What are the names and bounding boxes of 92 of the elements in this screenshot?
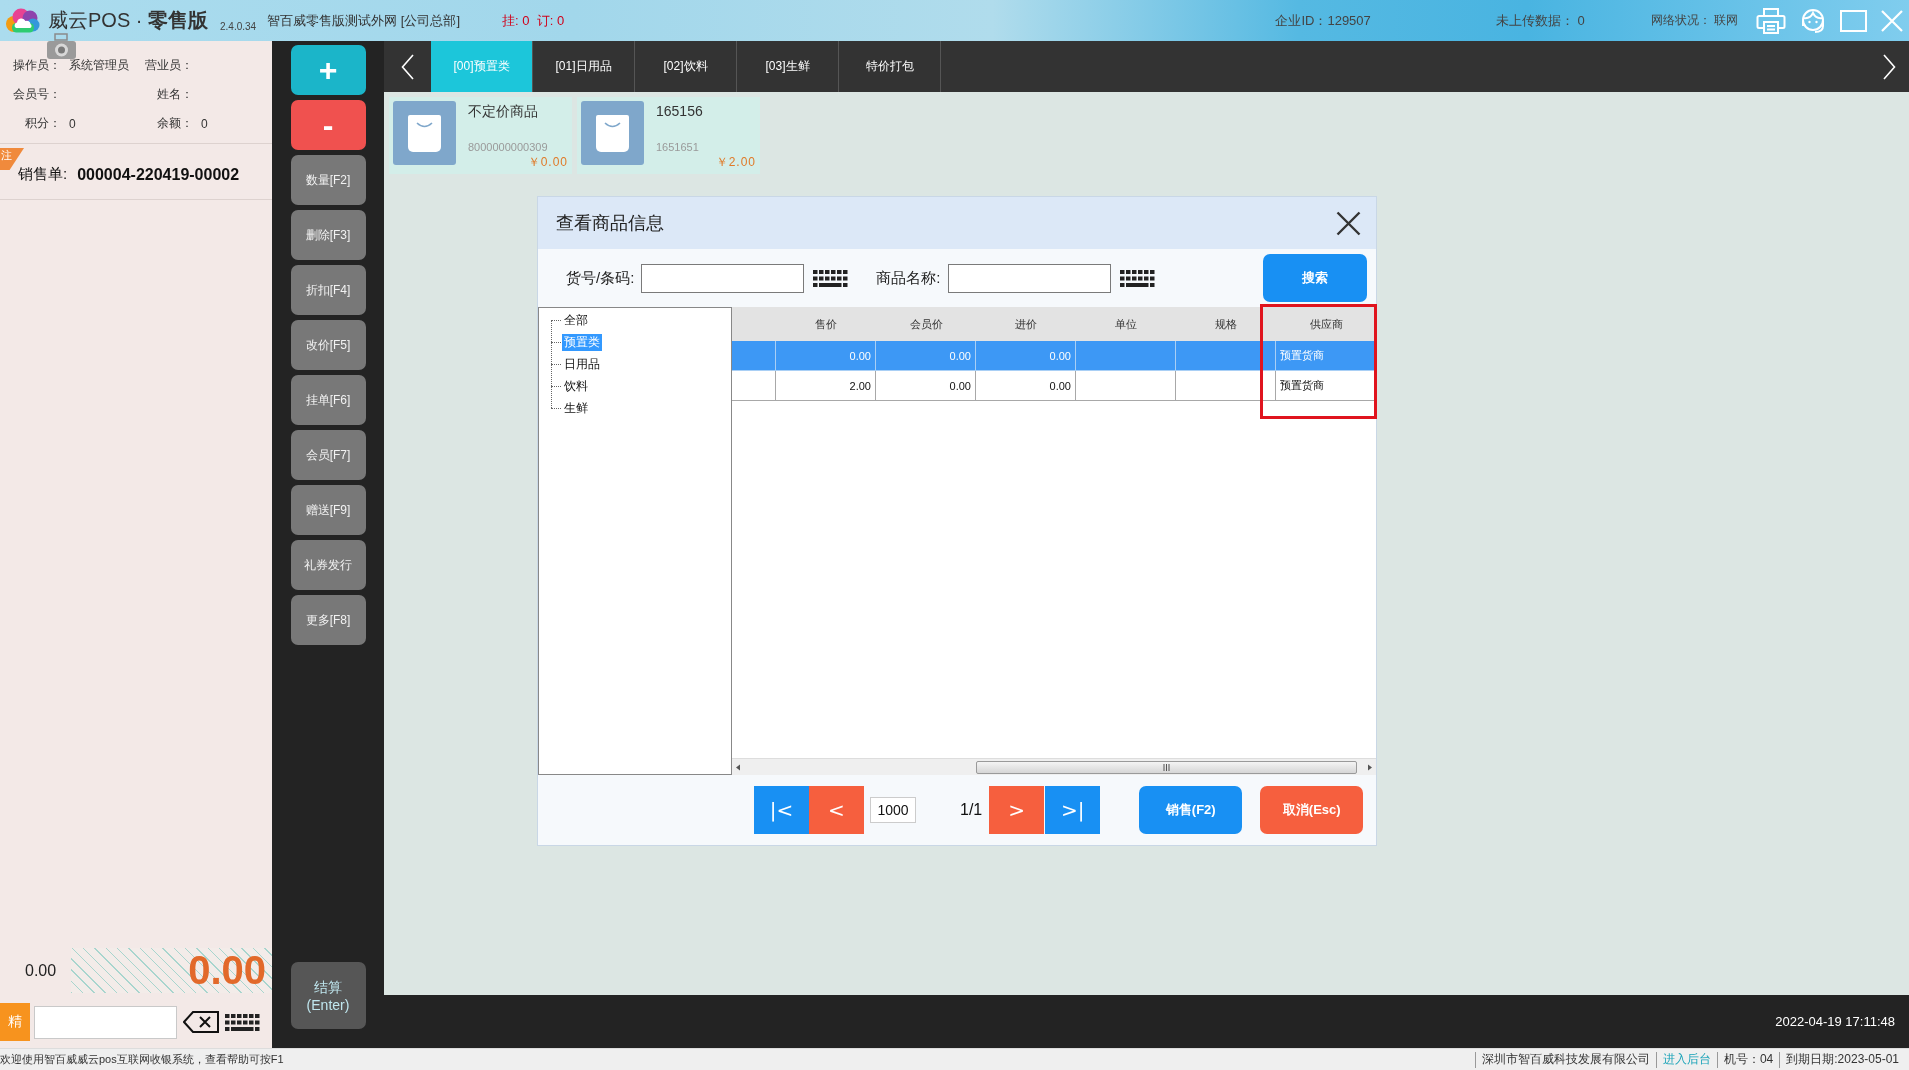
table-cell: 预置货商 (1276, 371, 1376, 401)
field-label: 会员号： (13, 86, 61, 103)
field-label: 操作员： (13, 57, 61, 74)
search-button[interactable]: 搜索 (1263, 254, 1367, 302)
horizontal-scrollbar[interactable] (732, 758, 1376, 775)
close-icon[interactable] (1336, 210, 1361, 236)
backend-link[interactable]: 进入后台 (1662, 1051, 1711, 1068)
function-button[interactable]: 折扣[F4] (290, 265, 366, 315)
grip-icon (1163, 763, 1170, 771)
function-button[interactable]: + (290, 45, 366, 95)
table-cell: 0.00 (976, 371, 1076, 401)
tree-item[interactable]: 日用品 (562, 355, 602, 373)
function-button[interactable]: 会员[F7] (290, 430, 366, 480)
search-input[interactable] (641, 263, 805, 293)
function-button[interactable]: 更多[F8] (290, 595, 366, 645)
tree-item[interactable]: 全部 (562, 311, 590, 329)
field-value: 0 (201, 116, 208, 131)
camera-icon (46, 33, 77, 60)
store-name: 智百威零售版测试外网 [公司总部] (267, 11, 460, 30)
app-name: 威云POS · 零售版 (48, 8, 208, 33)
column-header[interactable]: 规格 (1215, 316, 1237, 332)
sell-button[interactable]: 销售(F2) (1139, 786, 1243, 834)
cancel-button[interactable]: 取消(Esc) (1260, 786, 1364, 834)
product-price: ￥0.00 (527, 154, 568, 170)
last-page-button[interactable]: >| (1045, 786, 1101, 834)
function-button[interactable]: 数量[F2] (290, 155, 366, 205)
keyboard-icon[interactable] (813, 269, 849, 287)
version-label: 2.4.0.34 (220, 21, 257, 32)
network-status: 网络状况： 联网 (1650, 12, 1738, 29)
tree-item[interactable]: 生鲜 (562, 399, 590, 417)
first-page-button[interactable]: |< (754, 786, 809, 834)
pending-orders: 挂: 0 订: 0 (502, 11, 565, 30)
cloud-logo-icon (5, 8, 40, 33)
table-row[interactable]: 0.00 0.00 0.00 预置货商 (732, 341, 1376, 371)
function-button[interactable]: 删除[F3] (290, 210, 366, 260)
previous-page-button[interactable]: < (809, 786, 864, 834)
terminal-number: 机号：04 (1723, 1051, 1774, 1068)
function-button[interactable]: 礼券发行 (290, 540, 366, 590)
product-code: 8000000000309 (468, 140, 548, 154)
amount-total: 0.00 (71, 948, 272, 993)
clock: 2022-04-19 17:11:48 (1775, 1014, 1895, 1029)
field-label: 营业员： (145, 57, 193, 74)
field-label: 姓名： (157, 86, 193, 103)
keyboard-icon[interactable] (225, 1013, 260, 1031)
search-label: 货号/条码: (566, 268, 635, 288)
field-value: 0 (69, 116, 76, 131)
search-label: 商品名称: (876, 268, 941, 288)
function-button[interactable]: 赠送[F9] (290, 485, 366, 535)
company-id: 企业ID：129507 (1275, 11, 1371, 30)
quantity-total: 0.00 (25, 961, 57, 980)
dialog-title: 查看商品信息 (556, 212, 664, 235)
product-name: 不定价商品 (468, 102, 538, 120)
shopping-bag-icon (581, 101, 644, 165)
mode-button[interactable]: 精 (0, 1003, 30, 1041)
column-header[interactable]: 售价 (815, 316, 837, 332)
tree-item[interactable]: 预置类 (562, 333, 602, 351)
welcome-message: 欢迎使用智百威威云pos互联网收银系统，查看帮助可按F1 (0, 1052, 284, 1067)
chevron-right-icon[interactable] (1882, 53, 1896, 80)
function-button[interactable]: - (290, 100, 366, 150)
product-name: 165156 (656, 102, 703, 120)
search-input[interactable] (947, 263, 1111, 293)
unuploaded-count: 未上传数据： 0 (1495, 11, 1585, 30)
column-header[interactable]: 会员价 (909, 316, 943, 332)
chevron-left-icon[interactable] (401, 53, 414, 80)
checkout-button[interactable]: 结算 (Enter) (290, 962, 366, 1029)
table-cell: 0.00 (876, 371, 976, 401)
product-card[interactable]: 不定价商品 8000000000309 ￥0.00 (389, 97, 572, 174)
function-button[interactable]: 挂单[F6] (290, 375, 366, 425)
barcode-input[interactable] (34, 1005, 177, 1039)
field-label: 余额： (157, 115, 193, 132)
product-code: 1651651 (656, 140, 699, 154)
page-indicator: 1/1 (960, 801, 983, 819)
column-header[interactable]: 供应商 (1309, 316, 1343, 332)
table-cell: 2.00 (776, 371, 876, 401)
column-header[interactable]: 进价 (1015, 316, 1037, 332)
backspace-icon[interactable] (183, 1011, 219, 1033)
field-label: 积分： (25, 115, 61, 132)
shopping-bag-icon (393, 101, 456, 165)
keyboard-icon[interactable] (1119, 269, 1155, 287)
page-size-field[interactable]: 1000 (870, 797, 916, 823)
company-name: 深圳市智百威科技发展有限公司 (1481, 1051, 1650, 1068)
table-row[interactable]: 2.00 0.00 0.00 预置货商 (732, 371, 1376, 401)
column-header[interactable]: 单位 (1115, 316, 1137, 332)
scrollbar-thumb[interactable] (976, 760, 1357, 774)
product-card[interactable]: 165156 1651651 ￥2.00 (577, 97, 760, 174)
product-price: ￥2.00 (715, 154, 756, 170)
order-number: 000004-220419-00002 (77, 165, 240, 184)
expiry-date: 到期日期:2023-05-01 (1786, 1051, 1899, 1068)
function-button[interactable]: 改价[F5] (290, 320, 366, 370)
field-value: 系统管理员 (69, 57, 129, 74)
tree-item[interactable]: 饮料 (562, 377, 590, 395)
next-page-button[interactable]: > (989, 786, 1045, 834)
